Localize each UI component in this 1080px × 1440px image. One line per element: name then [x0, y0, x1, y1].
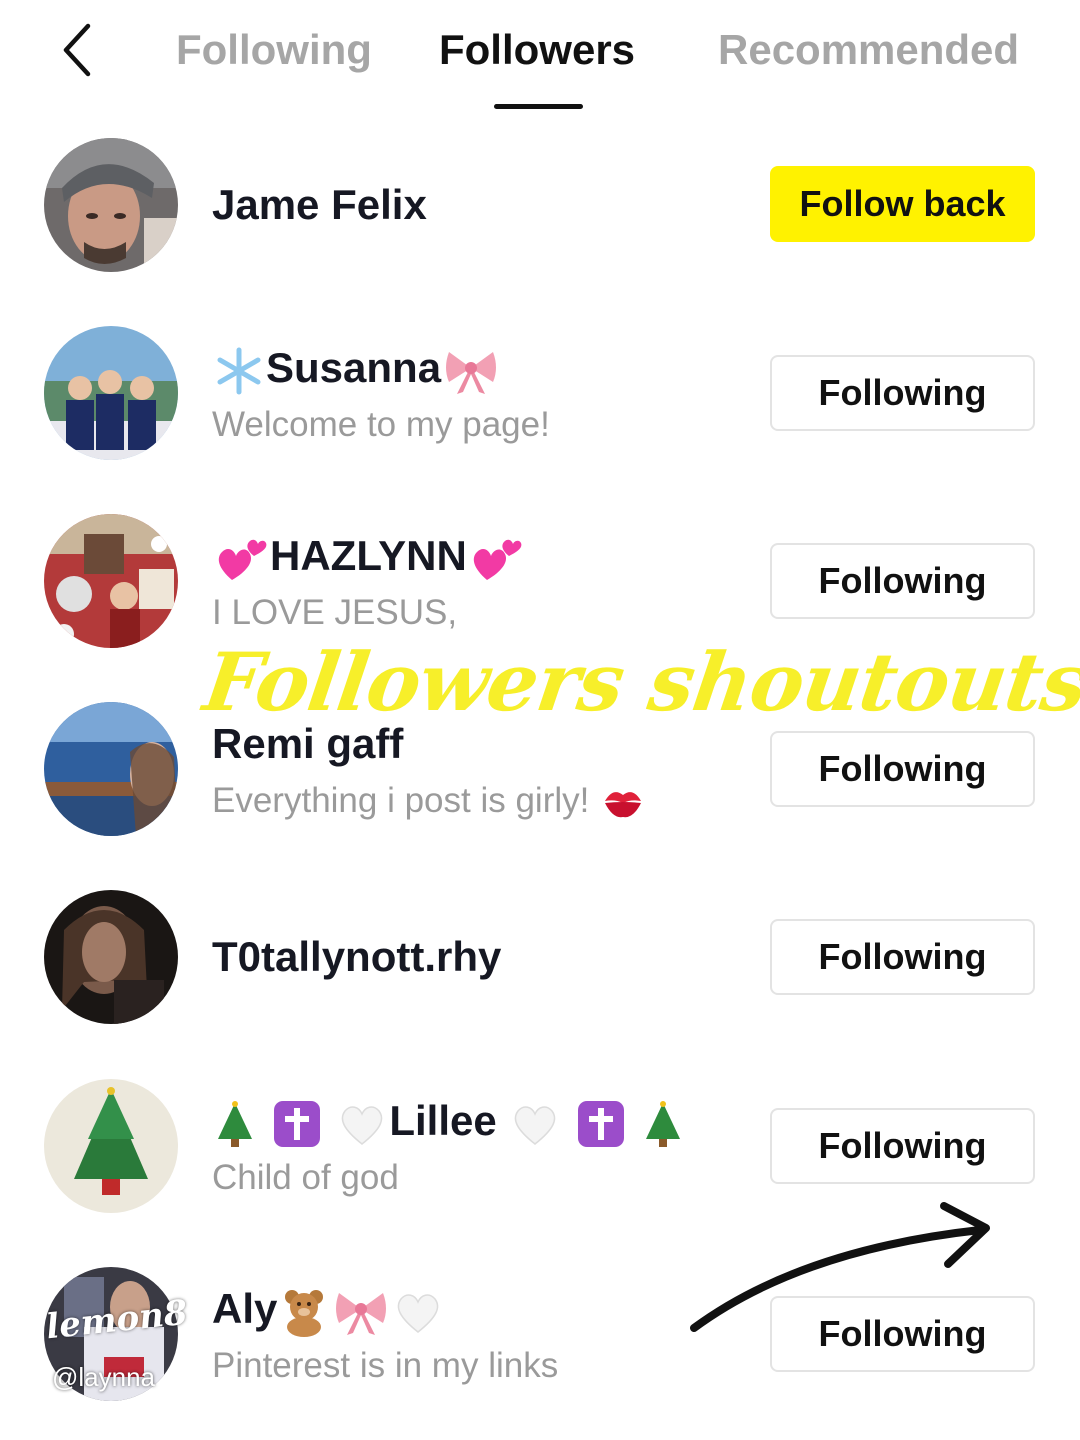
avatar[interactable]: [44, 1079, 178, 1213]
follower-name: Susanna: [266, 344, 442, 391]
teddy-bear-icon: [285, 1289, 324, 1337]
follow-back-button[interactable]: Follow back: [770, 166, 1035, 242]
two-hearts-icon: [473, 539, 522, 580]
tab-recommended[interactable]: Recommended: [718, 22, 1019, 78]
white-heart-icon: [342, 1106, 383, 1145]
bow-icon: [336, 1292, 387, 1335]
avatar[interactable]: [44, 702, 178, 836]
avatar[interactable]: [44, 326, 178, 460]
following-button[interactable]: Following: [770, 919, 1035, 995]
arrow-annotation-icon: [690, 1202, 990, 1332]
follower-bio: I LOVE JESUS,: [212, 593, 458, 632]
shoutout-overlay-text: Followers shoutouts: [198, 635, 1080, 729]
follower-name-line[interactable]: Lillee: [212, 1096, 686, 1149]
follower-name-line[interactable]: HAZLYNN: [212, 531, 525, 584]
follower-name: HAZLYNN: [270, 532, 467, 579]
creator-handle: @laynna: [52, 1362, 156, 1392]
tab-following[interactable]: Following: [176, 22, 372, 78]
bow-icon: [446, 351, 497, 394]
follower-name: Lillee: [389, 1097, 497, 1144]
avatar[interactable]: [44, 890, 178, 1024]
follower-name-line[interactable]: Aly: [212, 1284, 445, 1337]
follower-row[interactable]: Jame Felix Follow back: [0, 125, 1080, 285]
two-hearts-icon: [218, 539, 267, 580]
following-button[interactable]: Following: [770, 355, 1035, 431]
white-heart-icon: [515, 1106, 556, 1145]
avatar[interactable]: [44, 514, 178, 648]
follower-bio: Child of god: [212, 1158, 399, 1197]
follower-row[interactable]: T0tallynott.rhy Following: [0, 877, 1080, 1037]
follower-bio-line: Everything i post is girly!: [212, 779, 647, 823]
cross-icon: [273, 1100, 320, 1147]
follower-name[interactable]: Jame Felix: [212, 180, 427, 230]
follower-bio: Everything i post is girly!: [212, 781, 590, 820]
following-button[interactable]: Following: [770, 543, 1035, 619]
following-button[interactable]: Following: [770, 1108, 1035, 1184]
follower-name: Aly: [212, 1285, 278, 1332]
top-nav-bar: Following Followers Recommended: [0, 0, 1080, 120]
following-button[interactable]: Following: [770, 731, 1035, 807]
cross-icon: [578, 1100, 625, 1147]
follower-bio: Welcome to my page!: [212, 405, 550, 444]
white-heart-icon: [398, 1294, 439, 1333]
avatar[interactable]: [44, 138, 178, 272]
follower-row[interactable]: Susanna Welcome to my page! Following: [0, 313, 1080, 473]
snowflake-icon: [217, 347, 261, 395]
tab-followers[interactable]: Followers: [439, 22, 635, 78]
christmas-tree-icon: [218, 1100, 252, 1147]
active-tab-indicator: [494, 104, 583, 109]
follower-name[interactable]: T0tallynott.rhy: [212, 932, 501, 982]
christmas-tree-icon: [645, 1100, 680, 1147]
kiss-mark-icon: [605, 791, 642, 817]
follower-name-line[interactable]: Susanna: [212, 343, 501, 396]
follower-bio: Pinterest is in my links: [212, 1346, 559, 1385]
back-button[interactable]: [52, 20, 112, 80]
chevron-left-icon: [63, 23, 91, 77]
